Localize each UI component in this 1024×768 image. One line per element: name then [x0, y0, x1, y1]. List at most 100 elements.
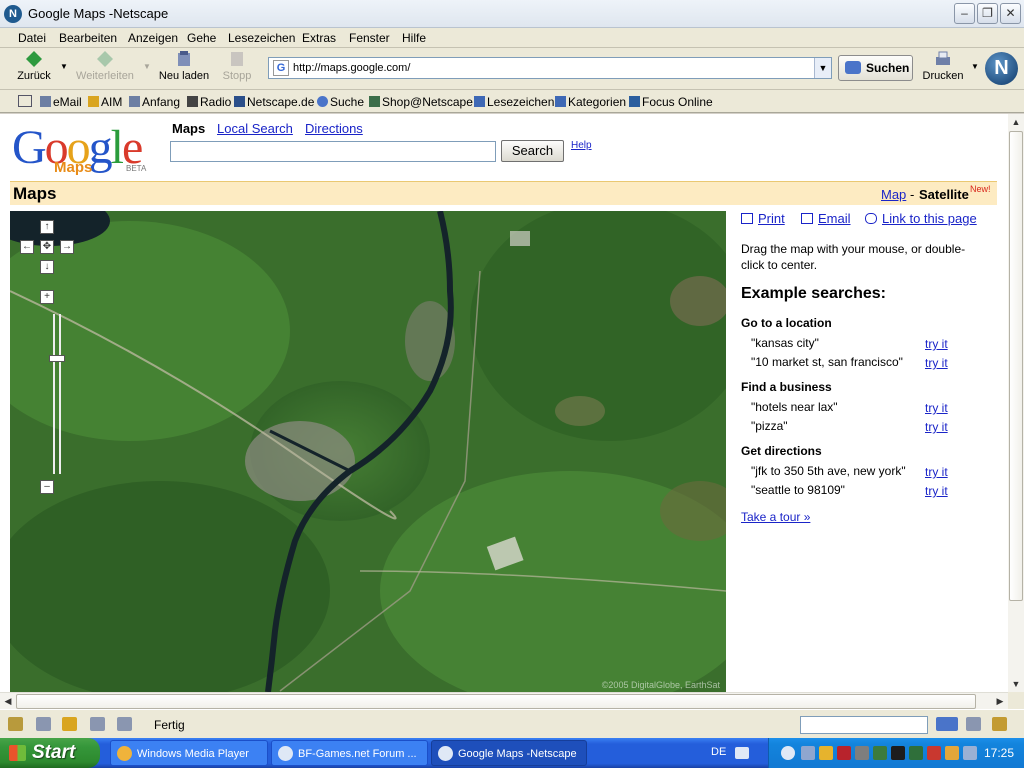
tab-directions[interactable]: Directions [305, 121, 363, 136]
network-tray-icon[interactable] [909, 746, 923, 760]
bookmark-suche[interactable]: Suche [317, 95, 364, 109]
toolbar-menu-icon[interactable] [18, 95, 32, 107]
start-button[interactable]: Start [0, 738, 100, 768]
task-bf-games-forum[interactable]: BF-Games.net Forum ... [271, 740, 428, 766]
satellite-map[interactable]: ↑ ← ✥ → ↓ + – ©2005 DigitalGlobe, EarthS… [10, 211, 726, 692]
maximize-button[interactable]: ❐ [977, 3, 998, 24]
try-it-link[interactable]: try it [925, 420, 948, 434]
help-link[interactable]: Help [571, 140, 592, 151]
vertical-scrollbar[interactable]: ▲ ▼ [1008, 114, 1024, 692]
bookmark-radio[interactable]: Radio [187, 95, 231, 109]
zoom-slider-track[interactable] [53, 314, 61, 474]
zoom-slider-handle[interactable] [49, 355, 65, 362]
antivirus-tray-icon[interactable] [837, 746, 851, 760]
zoom-out-button[interactable]: – [40, 480, 54, 494]
language-indicator[interactable]: DE [711, 746, 726, 758]
address-book-icon[interactable] [117, 717, 132, 731]
pan-left-button[interactable]: ← [20, 240, 34, 254]
bookmark-aim[interactable]: AIM [88, 95, 122, 109]
bookmark-email[interactable]: eMail [40, 95, 82, 109]
close-button[interactable]: ✕ [1000, 3, 1021, 24]
menu-fenster[interactable]: Fenster [349, 31, 390, 45]
app-tray-icon[interactable] [873, 746, 887, 760]
meter-tray-icon[interactable] [891, 746, 905, 760]
horizontal-scrollbar[interactable]: ◀ ▶ [0, 692, 1008, 709]
try-it-link[interactable]: try it [925, 484, 948, 498]
usb-tray-icon[interactable] [963, 746, 977, 760]
pan-down-button[interactable]: ↓ [40, 260, 54, 274]
bookmark-kategorien[interactable]: Kategorien [555, 95, 626, 109]
security-icon[interactable] [966, 717, 981, 731]
scroll-down-arrow-icon[interactable]: ▼ [1008, 676, 1024, 692]
take-a-tour-link[interactable]: Take a tour » [741, 510, 810, 524]
example-query: "kansas city" [751, 336, 819, 350]
clock: 17:25 [984, 746, 1015, 760]
reload-button[interactable]: Neu laden [158, 50, 210, 82]
minimize-button[interactable]: – [954, 3, 975, 24]
netscape-tray-icon[interactable] [781, 746, 795, 760]
print-button[interactable]: Drucken [922, 50, 964, 82]
menu-bearbeiten[interactable]: Bearbeiten [59, 31, 117, 45]
task-google-maps-netscape[interactable]: Google Maps -Netscape [431, 740, 587, 766]
menu-extras[interactable]: Extras [302, 31, 336, 45]
composer-icon[interactable] [90, 717, 105, 731]
zoom-in-button[interactable]: + [40, 290, 54, 304]
email-link[interactable]: Email [801, 211, 851, 226]
back-history-dropdown[interactable]: ▼ [58, 62, 70, 71]
aim-icon[interactable] [62, 717, 77, 731]
monitor-tray-icon[interactable] [801, 746, 815, 760]
navigator-icon[interactable] [8, 717, 23, 731]
task-windows-media-player[interactable]: Windows Media Player [110, 740, 268, 766]
maps-search-button[interactable]: Search [501, 140, 564, 162]
status-bar: Fertig [0, 709, 1024, 738]
group-title: Find a business [741, 380, 832, 394]
status-search-field[interactable] [800, 716, 928, 734]
menu-anzeigen[interactable]: Anzeigen [128, 31, 178, 45]
horizontal-scroll-thumb[interactable] [16, 694, 976, 709]
try-it-link[interactable]: try it [925, 401, 948, 415]
scroll-up-arrow-icon[interactable]: ▲ [1008, 114, 1024, 130]
netscape-logo[interactable]: N [985, 52, 1018, 85]
pan-right-button[interactable]: → [60, 240, 74, 254]
bookmark-netscape-de[interactable]: Netscape.de [234, 95, 314, 109]
netscape-search-button[interactable]: Suchen [838, 55, 913, 81]
forward-history-dropdown[interactable]: ▼ [141, 62, 153, 71]
try-it-link[interactable]: try it [925, 465, 948, 479]
bookmark-shop[interactable]: Shop@Netscape [369, 95, 473, 109]
tab-local-search[interactable]: Local Search [217, 121, 293, 136]
forward-button[interactable]: Weiterleiten [74, 50, 136, 82]
try-it-link[interactable]: try it [925, 337, 948, 351]
url-bar[interactable]: G http://maps.google.com/ ▼ [268, 57, 832, 79]
menu-datei[interactable]: Datei [18, 31, 46, 45]
back-button[interactable]: Zurück [14, 50, 54, 82]
menu-gehe[interactable]: Gehe [187, 31, 216, 45]
example-query: "hotels near lax" [751, 400, 838, 414]
scroll-right-arrow-icon[interactable]: ▶ [992, 693, 1008, 709]
maps-search-input[interactable] [170, 141, 496, 162]
print-dropdown[interactable]: ▼ [969, 62, 981, 71]
pen-tray-icon[interactable] [945, 746, 959, 760]
menu-lesezeichen[interactable]: Lesezeichen [228, 31, 295, 45]
vertical-scroll-thumb[interactable] [1009, 131, 1023, 601]
acrobat-tray-icon[interactable] [927, 746, 941, 760]
speaker-tray-icon[interactable] [855, 746, 869, 760]
stop-button[interactable]: Stopp [220, 50, 254, 82]
bookmark-lesezeichen[interactable]: Lesezeichen [474, 95, 554, 109]
bookmark-focus-online[interactable]: Focus Online [629, 95, 713, 109]
url-text[interactable]: http://maps.google.com/ [293, 62, 410, 74]
bookmarks-icon [474, 96, 485, 107]
try-it-link[interactable]: try it [925, 356, 948, 370]
url-history-dropdown[interactable]: ▼ [814, 58, 831, 78]
link-to-page[interactable]: Link to this page [865, 211, 977, 226]
calendar-tray-icon[interactable] [819, 746, 833, 760]
bookmark-anfang[interactable]: Anfang [129, 95, 180, 109]
menu-hilfe[interactable]: Hilfe [402, 31, 426, 45]
keyboard-icon[interactable] [735, 747, 749, 759]
center-map-button[interactable]: ✥ [40, 240, 54, 254]
mail-icon[interactable] [36, 717, 51, 731]
scroll-left-arrow-icon[interactable]: ◀ [0, 693, 16, 709]
print-link[interactable]: Print [741, 211, 785, 226]
reload-label: Neu laden [158, 70, 210, 82]
map-view-link[interactable]: Map [881, 187, 906, 202]
pan-up-button[interactable]: ↑ [40, 220, 54, 234]
